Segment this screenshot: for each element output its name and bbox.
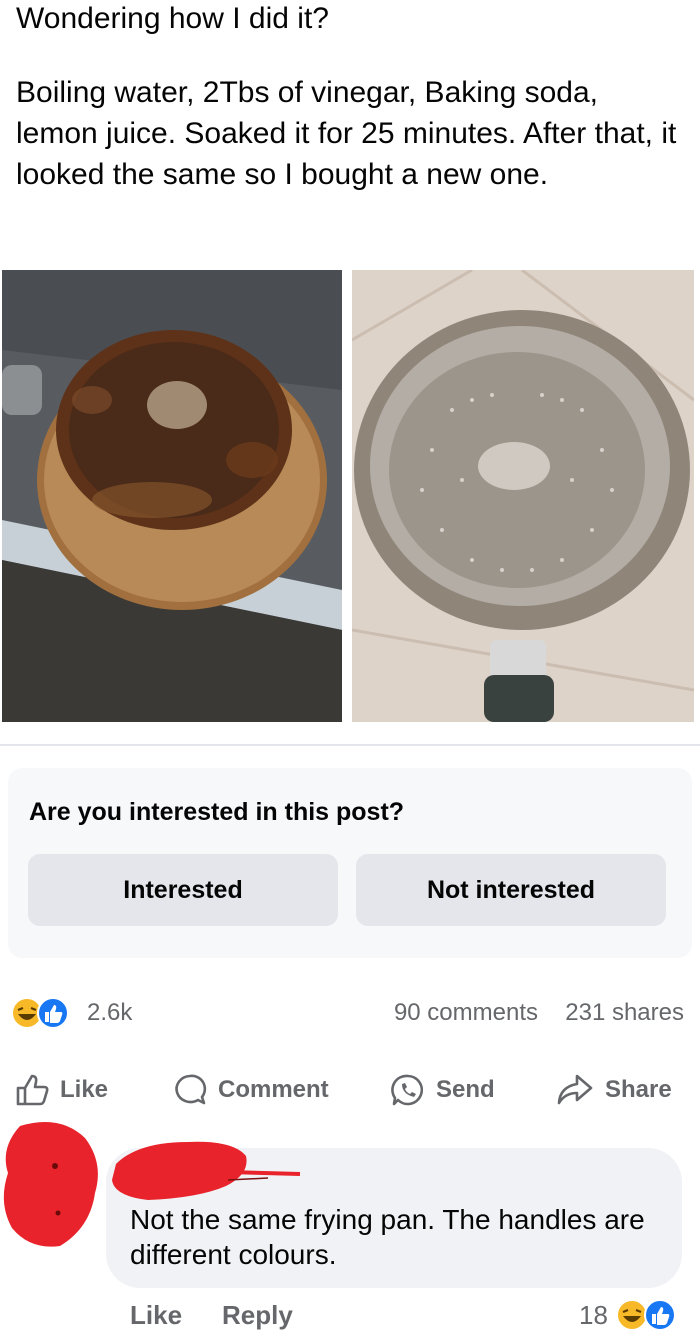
send-button[interactable]: Send — [390, 1066, 495, 1114]
comment-reaction-count[interactable]: 18 — [579, 1300, 608, 1331]
not-interested-button[interactable]: Not interested — [356, 854, 666, 926]
share-icon — [557, 1074, 593, 1105]
interested-button[interactable]: Interested — [28, 854, 338, 926]
interest-question: Are you interested in this post? — [29, 798, 405, 826]
comment-label: Comment — [218, 1076, 329, 1103]
photo-dirty-pan[interactable] — [2, 270, 342, 722]
reaction-icons[interactable] — [10, 996, 82, 1030]
send-label: Send — [436, 1076, 495, 1103]
commenter-name-redacted[interactable] — [108, 1134, 308, 1214]
comment-button[interactable]: Comment — [172, 1066, 329, 1114]
comment-reply-button[interactable]: Reply — [222, 1300, 293, 1331]
post-intro: Wondering how I did it? — [16, 2, 329, 35]
thumbs-up-icon — [16, 1074, 49, 1106]
interest-card: Are you interested in this post? Interes… — [8, 768, 692, 958]
commenter-avatar-redacted[interactable] — [0, 1118, 104, 1248]
comment-icon — [175, 1074, 207, 1105]
share-button[interactable]: Share — [555, 1066, 672, 1114]
comment-actions: Like Reply 18 — [0, 1296, 700, 1336]
divider — [0, 744, 700, 746]
haha-icon — [616, 1299, 648, 1331]
new-pan-image — [352, 270, 694, 722]
post-body: Boiling water, 2Tbs of vinegar, Baking s… — [16, 76, 677, 191]
comment-reaction-icons[interactable] — [613, 1298, 685, 1332]
like-button[interactable]: Like — [14, 1066, 108, 1114]
comment-like-button[interactable]: Like — [130, 1300, 182, 1331]
dirty-pan-image — [2, 270, 342, 722]
like-label: Like — [60, 1076, 109, 1103]
photo-new-pan[interactable] — [352, 270, 694, 722]
post-stats: 2.6k 90 comments 231 shares — [0, 990, 700, 1034]
whatsapp-icon — [391, 1074, 424, 1106]
post-actions: Like Comment Send Share — [0, 1066, 700, 1114]
reaction-count[interactable]: 2.6k — [87, 999, 132, 1027]
shares-count[interactable]: 231 shares — [565, 999, 684, 1027]
comments-count[interactable]: 90 comments — [394, 999, 538, 1027]
share-label: Share — [605, 1076, 672, 1103]
